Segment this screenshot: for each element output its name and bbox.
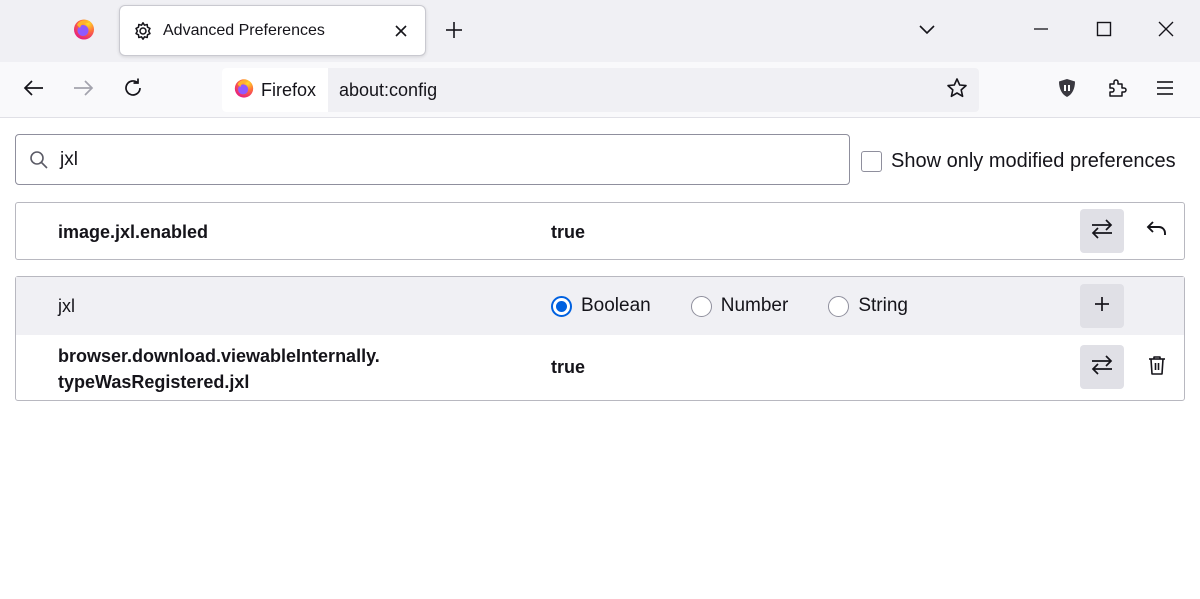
window-close-button[interactable]	[1149, 14, 1183, 48]
firefox-logo-icon	[233, 77, 255, 104]
plus-icon	[1093, 295, 1111, 318]
pref-value: true	[551, 222, 586, 242]
new-pref-name: jxl	[58, 296, 75, 316]
firefox-view-button[interactable]	[60, 10, 108, 52]
extensions-button[interactable]	[1101, 74, 1133, 106]
string-label: String	[858, 295, 908, 316]
pref-name: browser.download.viewableInternally. typ…	[58, 343, 380, 395]
list-all-tabs-button[interactable]	[910, 14, 944, 48]
hamburger-icon	[1155, 80, 1175, 101]
pref-row: browser.download.viewableInternally. typ…	[16, 335, 1184, 400]
boolean-radio[interactable]	[551, 295, 572, 317]
reload-button[interactable]	[117, 74, 149, 106]
bookmark-button[interactable]	[943, 76, 971, 104]
show-modified-checkbox[interactable]	[861, 150, 882, 172]
boolean-label: Boolean	[581, 295, 651, 316]
pref-name-line2: typeWasRegistered.jxl	[58, 372, 250, 392]
delete-button[interactable]	[1141, 351, 1173, 383]
minimize-icon	[1033, 21, 1049, 42]
search-input[interactable]: jxl	[15, 134, 850, 185]
pref-table: jxl Boolean Number String browser.downlo…	[15, 276, 1185, 401]
type-option-string[interactable]: String	[828, 295, 908, 317]
toggle-arrows-icon	[1090, 218, 1114, 245]
ublock-button[interactable]	[1051, 74, 1083, 106]
number-label: Number	[720, 295, 789, 316]
toggle-button[interactable]	[1080, 209, 1124, 253]
app-menu-button[interactable]	[1149, 74, 1181, 106]
type-option-number[interactable]: Number	[690, 295, 789, 317]
pref-row: image.jxl.enabled true	[16, 203, 1184, 259]
identity-label: Firefox	[261, 79, 317, 100]
new-pref-row: jxl Boolean Number String	[16, 277, 1184, 335]
undo-icon	[1146, 220, 1168, 243]
forward-button[interactable]	[67, 74, 99, 106]
pref-name: image.jxl.enabled	[58, 222, 209, 242]
toggle-button[interactable]	[1080, 345, 1124, 389]
close-icon[interactable]	[389, 19, 413, 43]
puzzle-icon	[1106, 77, 1128, 104]
toggle-arrows-icon	[1090, 354, 1114, 381]
maximize-button[interactable]	[1087, 14, 1121, 48]
pref-table: image.jxl.enabled true	[15, 202, 1185, 260]
close-icon	[1158, 21, 1174, 42]
pref-name-line1: browser.download.viewableInternally.	[58, 346, 380, 366]
type-radio-group: Boolean Number String	[551, 277, 948, 335]
search-value: jxl	[60, 149, 78, 170]
star-icon	[946, 77, 968, 104]
maximize-icon	[1096, 21, 1112, 42]
type-option-boolean[interactable]: Boolean	[551, 295, 651, 317]
string-radio[interactable]	[828, 295, 850, 317]
new-tab-button[interactable]	[440, 18, 468, 46]
tab-title: Advanced Preferences	[163, 21, 325, 39]
firefox-logo-icon	[72, 17, 96, 46]
pref-value: true	[551, 357, 586, 377]
reset-button[interactable]	[1141, 215, 1173, 247]
trash-icon	[1147, 354, 1167, 381]
reload-icon	[122, 77, 144, 104]
show-modified-label: Show only modified preferences	[891, 149, 1176, 172]
chevron-down-icon	[918, 22, 936, 40]
number-radio[interactable]	[690, 295, 712, 317]
url-text[interactable]: about:config	[339, 68, 437, 112]
arrow-left-icon	[23, 79, 45, 102]
navigation-toolbar: Firefox about:config	[0, 62, 1200, 118]
back-button[interactable]	[18, 74, 50, 106]
tab-strip: Advanced Preferences	[0, 0, 1200, 62]
plus-icon	[445, 21, 463, 44]
minimize-button[interactable]	[1024, 14, 1058, 48]
identity-box[interactable]: Firefox	[222, 68, 328, 112]
shield-icon	[1056, 77, 1078, 104]
tab-advanced-preferences[interactable]: Advanced Preferences	[119, 5, 426, 56]
search-icon	[28, 149, 50, 171]
arrow-right-icon	[72, 79, 94, 102]
show-modified-option[interactable]: Show only modified preferences	[861, 148, 1176, 174]
url-bar[interactable]: Firefox about:config	[222, 68, 979, 112]
add-button[interactable]	[1080, 284, 1124, 328]
gear-icon	[132, 20, 154, 42]
